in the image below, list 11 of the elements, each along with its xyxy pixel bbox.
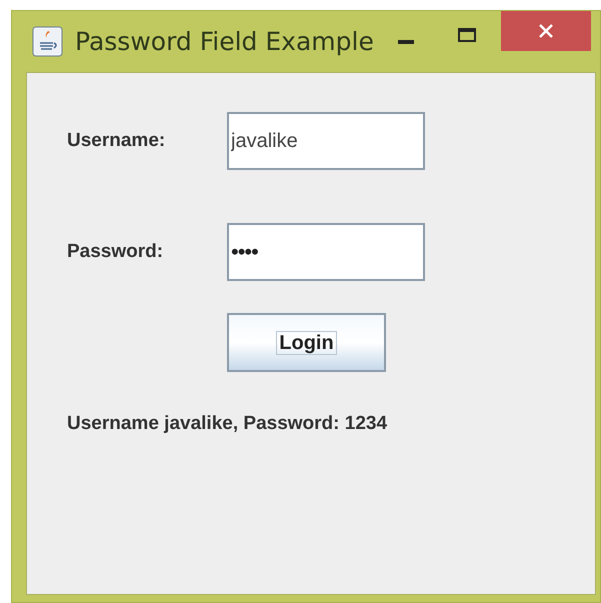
minimize-icon[interactable] — [398, 40, 414, 44]
maximize-icon[interactable] — [458, 28, 476, 42]
window-title: Password Field Example — [75, 26, 374, 58]
close-button[interactable] — [500, 11, 591, 51]
result-text: Username javalike, Password: 1234 — [67, 412, 388, 436]
cup-icon — [32, 26, 63, 57]
field-label: Username: — [67, 128, 166, 153]
field-label: Password: — [67, 240, 164, 264]
close-icon — [538, 24, 553, 38]
login-button[interactable]: Login — [227, 313, 386, 372]
input-field[interactable]: •••• — [227, 223, 425, 281]
